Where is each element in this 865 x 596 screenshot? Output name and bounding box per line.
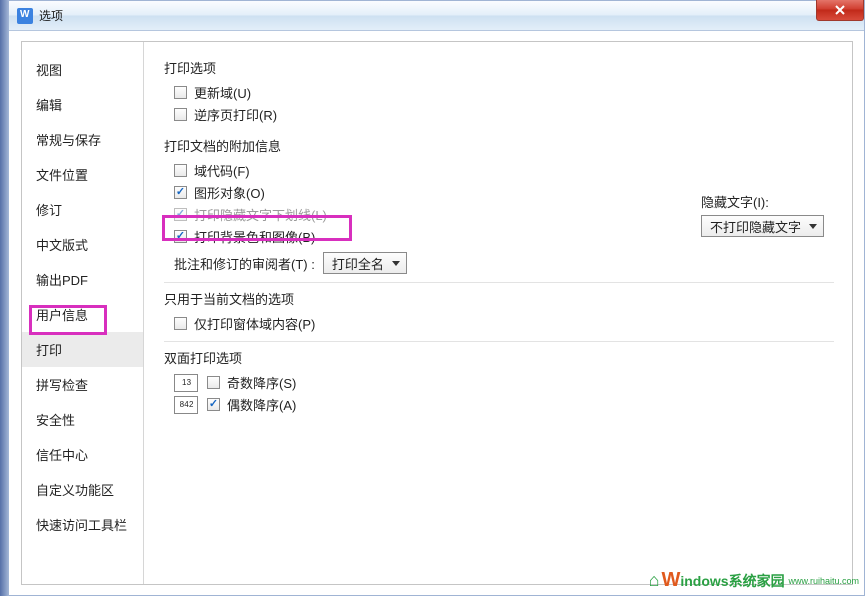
divider xyxy=(164,341,834,342)
checkbox-reverse-order[interactable] xyxy=(174,108,187,121)
checkbox-even-desc[interactable] xyxy=(207,398,220,411)
sidebar-item-print[interactable]: 打印 xyxy=(22,332,143,367)
sidebar-item-revision[interactable]: 修订 xyxy=(22,192,143,227)
sidebar-item-customribbon[interactable]: 自定义功能区 xyxy=(22,472,143,507)
sidebar-item-chinese[interactable]: 中文版式 xyxy=(22,227,143,262)
chevron-down-icon xyxy=(388,261,404,266)
label-field-codes: 域代码(F) xyxy=(194,161,250,180)
dropdown-reviewer[interactable]: 打印全名 xyxy=(323,252,407,274)
section-duplex: 双面打印选项 xyxy=(164,348,834,367)
sidebar-item-view[interactable]: 视图 xyxy=(22,52,143,87)
main-panel: 打印选项 更新域(U) 逆序页打印(R) 打印文档的附加信息 域代码(F) 图形… xyxy=(144,42,852,584)
label-reviewer: 批注和修订的审阅者(T) : xyxy=(174,254,315,273)
sidebar-item-trustcenter[interactable]: 信任中心 xyxy=(22,437,143,472)
content-area: 视图 编辑 常规与保存 文件位置 修订 中文版式 输出PDF 用户信息 打印 拼… xyxy=(21,41,853,585)
checkbox-hidden-underline xyxy=(174,208,187,221)
dropdown-hidden-text[interactable]: 不打印隐藏文字 xyxy=(701,215,824,237)
close-icon xyxy=(834,4,846,16)
label-update-fields: 更新域(U) xyxy=(194,83,251,102)
checkbox-odd-desc[interactable] xyxy=(207,376,220,389)
hidden-text-group: 隐藏文字(I): 不打印隐藏文字 xyxy=(701,192,824,237)
label-form-fields: 仅打印窗体域内容(P) xyxy=(194,314,315,333)
sidebar: 视图 编辑 常规与保存 文件位置 修订 中文版式 输出PDF 用户信息 打印 拼… xyxy=(22,42,144,584)
label-reverse-order: 逆序页打印(R) xyxy=(194,105,277,124)
checkbox-form-fields[interactable] xyxy=(174,317,187,330)
section-print-options: 打印选项 xyxy=(164,58,834,77)
label-hidden-text: 隐藏文字(I): xyxy=(701,192,824,211)
sidebar-item-filelocation[interactable]: 文件位置 xyxy=(22,157,143,192)
sidebar-item-spelling[interactable]: 拼写检查 xyxy=(22,367,143,402)
duplex-odd-icon: 1 3 xyxy=(174,374,198,392)
chevron-down-icon xyxy=(805,224,821,229)
section-current-doc: 只用于当前文档的选项 xyxy=(164,289,834,308)
titlebar: 选项 xyxy=(9,1,864,31)
sidebar-item-userinfo[interactable]: 用户信息 xyxy=(22,297,143,332)
label-bg-images: 打印背景色和图像(B) xyxy=(194,227,315,246)
label-even-desc: 偶数降序(A) xyxy=(227,395,296,414)
sidebar-item-general[interactable]: 常规与保存 xyxy=(22,122,143,157)
sidebar-item-outputpdf[interactable]: 输出PDF xyxy=(22,262,143,297)
house-icon: ⌂ xyxy=(649,570,660,591)
label-drawing-objects: 图形对象(O) xyxy=(194,183,265,202)
window-title: 选项 xyxy=(39,7,63,24)
sidebar-item-edit[interactable]: 编辑 xyxy=(22,87,143,122)
options-dialog: 选项 视图 编辑 常规与保存 文件位置 修订 中文版式 输出PDF 用户信息 打… xyxy=(8,0,865,596)
section-doc-addl: 打印文档的附加信息 xyxy=(164,136,834,155)
checkbox-bg-images[interactable] xyxy=(174,230,187,243)
app-icon xyxy=(17,8,33,24)
checkbox-field-codes[interactable] xyxy=(174,164,187,177)
close-button[interactable] xyxy=(816,0,864,21)
dropdown-reviewer-value: 打印全名 xyxy=(332,254,384,273)
sidebar-item-quickaccess[interactable]: 快速访问工具栏 xyxy=(22,507,143,542)
checkbox-drawing-objects[interactable] xyxy=(174,186,187,199)
watermark: ⌂ W indows系统家园 www.ruihaitu.com xyxy=(649,569,859,592)
label-odd-desc: 奇数降序(S) xyxy=(227,373,296,392)
label-hidden-underline: 打印隐藏文字下划线(L) xyxy=(194,205,327,224)
duplex-even-icon: 8 4 2 xyxy=(174,396,198,414)
dropdown-hidden-text-value: 不打印隐藏文字 xyxy=(710,217,801,236)
checkbox-update-fields[interactable] xyxy=(174,86,187,99)
sidebar-item-security[interactable]: 安全性 xyxy=(22,402,143,437)
divider xyxy=(164,282,834,283)
